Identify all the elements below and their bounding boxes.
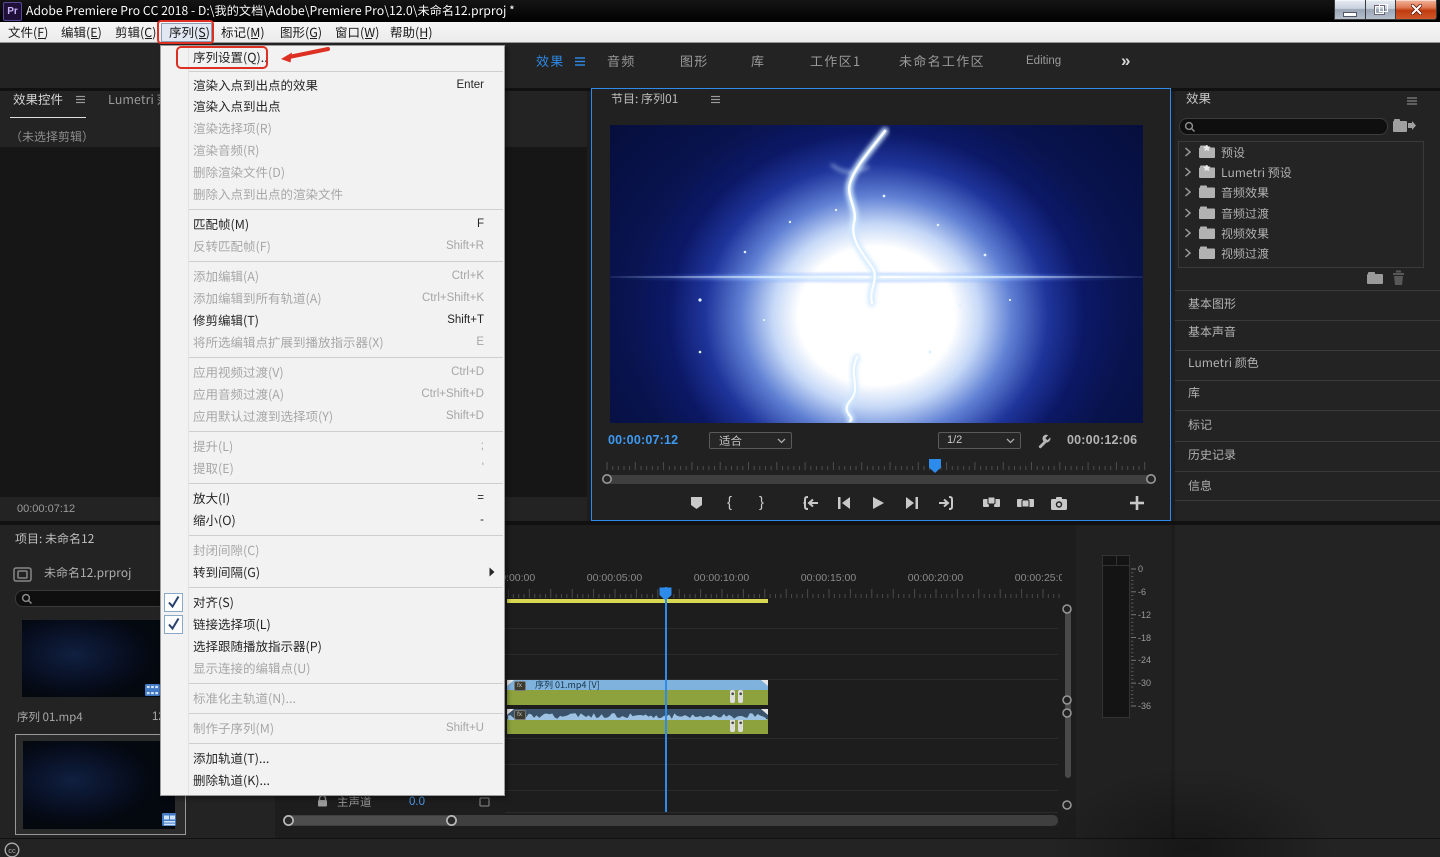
svg-text:cc: cc [8,846,16,855]
